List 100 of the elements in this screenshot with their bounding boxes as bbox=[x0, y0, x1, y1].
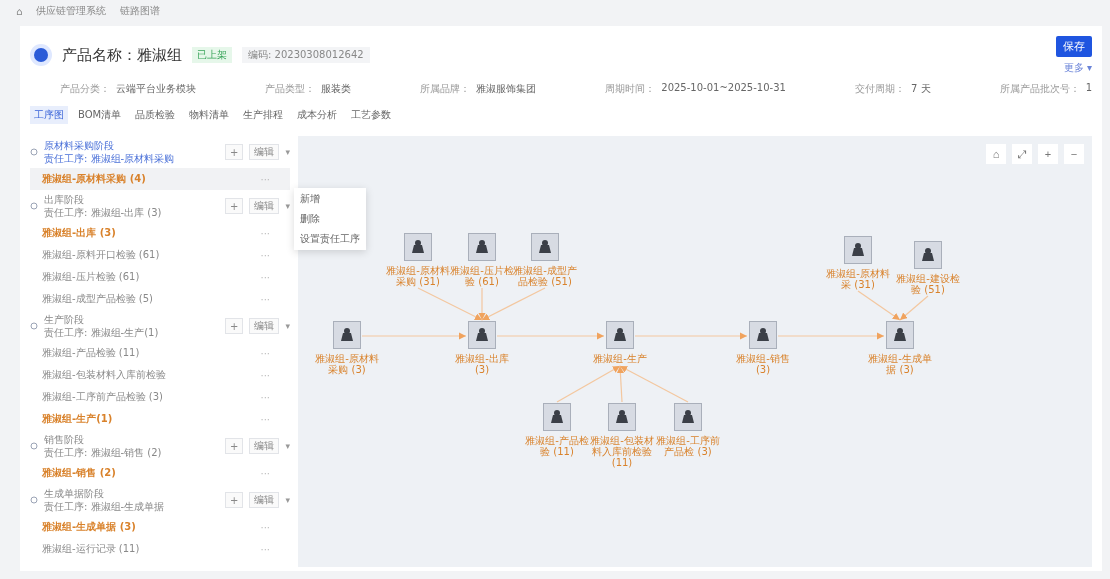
caret-icon[interactable]: ▾ bbox=[285, 495, 290, 505]
caret-icon[interactable]: ▾ bbox=[285, 441, 290, 451]
node-icon[interactable] bbox=[543, 403, 571, 431]
toolbar-button[interactable]: + bbox=[1038, 144, 1058, 164]
node-icon[interactable] bbox=[333, 321, 361, 349]
node-label: 雅淑组-出库 (3) bbox=[454, 353, 510, 375]
add-button[interactable]: + bbox=[225, 492, 244, 508]
step-label: 雅淑组-原料开口检验 (61) bbox=[42, 248, 161, 262]
more-icon[interactable]: ··· bbox=[260, 249, 270, 261]
step-label: 雅淑组-原材料采购 (4) bbox=[42, 172, 147, 186]
tab[interactable]: 工序图 bbox=[30, 106, 68, 124]
more-icon[interactable]: ··· bbox=[260, 227, 270, 239]
more-icon[interactable]: ··· bbox=[260, 347, 270, 359]
node-icon[interactable] bbox=[606, 321, 634, 349]
info-label: 所属品牌： bbox=[420, 82, 471, 96]
add-button[interactable]: + bbox=[225, 198, 244, 214]
toolbar-button[interactable]: − bbox=[1064, 144, 1084, 164]
edit-button[interactable]: 编辑 bbox=[249, 144, 280, 160]
caret-icon[interactable]: ▾ bbox=[285, 147, 290, 157]
menu-item[interactable]: 设置责任工序 bbox=[300, 232, 360, 246]
more-icon[interactable]: ··· bbox=[260, 391, 270, 403]
step-item[interactable]: 雅淑组-原材料采购 (4) ··· bbox=[30, 168, 290, 190]
edit-button[interactable]: 编辑 bbox=[249, 318, 280, 334]
edit-button[interactable]: 编辑 bbox=[249, 438, 280, 454]
node-label: 雅淑组-产品检验 (11) bbox=[524, 435, 590, 457]
info-value: 雅淑服饰集团 bbox=[476, 82, 537, 96]
node-label: 雅淑组-原材料采 (31) bbox=[825, 268, 891, 290]
node-icon[interactable] bbox=[608, 403, 636, 431]
more-icon[interactable]: ··· bbox=[260, 413, 270, 425]
add-button[interactable]: + bbox=[225, 318, 244, 334]
node-icon[interactable] bbox=[531, 233, 559, 261]
stage-title: 出库阶段 bbox=[44, 193, 85, 206]
more-icon[interactable]: ··· bbox=[260, 467, 270, 479]
tab[interactable]: 成本分析 bbox=[293, 106, 342, 124]
step-item[interactable]: 雅淑组-工序前产品检验 (3) ··· bbox=[30, 386, 290, 408]
caret-icon[interactable]: ▾ bbox=[285, 201, 290, 211]
info-label: 交付周期： bbox=[855, 82, 905, 96]
add-button[interactable]: + bbox=[225, 144, 244, 160]
step-item[interactable]: 雅淑组-成型产品检验 (5) ··· bbox=[30, 288, 290, 310]
step-item[interactable]: 雅淑组-产品检验 (11) ··· bbox=[30, 342, 290, 364]
caret-icon[interactable]: ▾ bbox=[285, 321, 290, 331]
node-icon[interactable] bbox=[749, 321, 777, 349]
stage-subtitle: 责任工序: 雅淑组-生产(1) bbox=[44, 326, 160, 339]
step-item[interactable]: 雅淑组-销售 (2) ··· bbox=[30, 462, 290, 484]
step-label: 雅淑组-成型产品检验 (5) bbox=[42, 292, 154, 306]
breadcrumb-link[interactable]: ⌂ bbox=[16, 5, 23, 17]
node-icon[interactable] bbox=[674, 403, 702, 431]
toolbar-button[interactable]: ⤢ bbox=[1012, 144, 1032, 164]
step-label: 雅淑组-产品检验 (11) bbox=[42, 346, 141, 360]
tab[interactable]: 品质检验 bbox=[131, 106, 180, 124]
stage-subtitle: 责任工序: 雅淑组-生成单据 bbox=[44, 500, 166, 513]
node-icon[interactable] bbox=[886, 321, 914, 349]
tab[interactable]: 工艺参数 bbox=[347, 106, 396, 124]
edit-button[interactable]: 编辑 bbox=[249, 198, 280, 214]
breadcrumb-link[interactable]: 链路图谱 bbox=[120, 4, 161, 18]
node-label: 雅淑组-销售 (3) bbox=[735, 353, 791, 375]
breadcrumb-link[interactable]: 供应链管理系统 bbox=[36, 4, 107, 18]
toolbar-button[interactable]: ⌂ bbox=[986, 144, 1006, 164]
step-item[interactable]: 雅淑组-生成单据 (3) ··· bbox=[30, 516, 290, 538]
more-icon[interactable]: ··· bbox=[260, 521, 270, 533]
step-label: 雅淑组-包装材料入库前检验 bbox=[42, 368, 167, 382]
step-label: 雅淑组-运行记录 (11) bbox=[42, 542, 141, 556]
step-item[interactable]: 雅淑组-包装材料入库前检验 ··· bbox=[30, 364, 290, 386]
tab[interactable]: 物料清单 bbox=[185, 106, 234, 124]
step-item[interactable]: 雅淑组-压片检验 (61) ··· bbox=[30, 266, 290, 288]
step-item[interactable]: 雅淑组-原料开口检验 (61) ··· bbox=[30, 244, 290, 266]
product-title: 产品名称：雅淑组 bbox=[62, 45, 182, 65]
more-icon[interactable]: ··· bbox=[260, 271, 270, 283]
node-label: 雅淑组-建设检验 (51) bbox=[895, 273, 961, 295]
stage-subtitle: 责任工序: 雅淑组-原材料采购 bbox=[44, 152, 176, 165]
add-button[interactable]: + bbox=[225, 438, 244, 454]
node-icon[interactable] bbox=[468, 321, 496, 349]
step-item[interactable]: 雅淑组-运行记录 (11) ··· bbox=[30, 538, 290, 560]
info-value: 服装类 bbox=[321, 82, 352, 96]
save-button[interactable]: 保存 bbox=[1056, 35, 1092, 57]
tab[interactable]: BOM清单 bbox=[74, 106, 126, 124]
more-icon[interactable]: ··· bbox=[260, 173, 270, 185]
step-label: 雅淑组-生成单据 (3) bbox=[42, 520, 137, 534]
stage-subtitle: 责任工序: 雅淑组-出库 (3) bbox=[44, 206, 163, 219]
node-icon[interactable] bbox=[468, 233, 496, 261]
edit-button[interactable]: 编辑 bbox=[249, 492, 280, 508]
step-item[interactable]: 雅淑组-出库 (3) ··· bbox=[30, 222, 290, 244]
menu-item[interactable]: 删除 bbox=[300, 212, 360, 226]
node-label: 雅淑组-原材料采购 (31) bbox=[385, 265, 451, 287]
step-label: 雅淑组-销售 (2) bbox=[42, 466, 117, 480]
info-value: 7 天 bbox=[911, 82, 931, 96]
stage-title: 销售阶段 bbox=[44, 433, 85, 446]
status-tag: 已上架 bbox=[192, 47, 232, 63]
node-icon[interactable] bbox=[404, 233, 432, 261]
node-icon[interactable] bbox=[844, 236, 872, 264]
more-icon[interactable]: ··· bbox=[260, 369, 270, 381]
menu-item[interactable]: 新增 bbox=[300, 192, 360, 206]
node-icon[interactable] bbox=[914, 241, 942, 269]
more-link[interactable]: 更多 ▾ bbox=[1063, 60, 1092, 75]
tab[interactable]: 生产排程 bbox=[239, 106, 288, 124]
more-icon[interactable]: ··· bbox=[260, 293, 270, 305]
info-value: 2025-10-01~2025-10-31 bbox=[661, 82, 786, 95]
step-item[interactable]: 雅淑组-生产(1) ··· bbox=[30, 408, 290, 430]
stage-title: 生成单据阶段 bbox=[44, 487, 105, 500]
more-icon[interactable]: ··· bbox=[260, 543, 270, 555]
